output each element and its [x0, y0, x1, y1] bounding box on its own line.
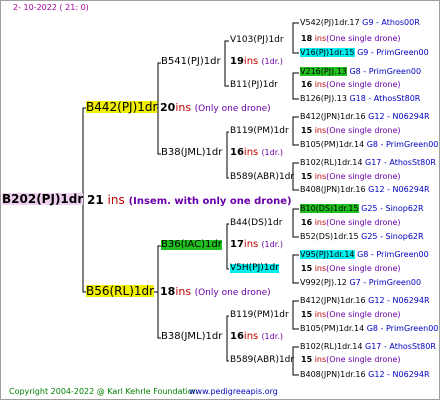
- report-date: 2- 10-2022 ( 21: 0): [13, 3, 89, 12]
- gen2-ins-1: ins: [175, 101, 192, 114]
- gen2-queen-1[interactable]: B442(PJ)1dr: [86, 101, 158, 113]
- gen2-note-1: (Only one drone): [194, 104, 271, 114]
- gen1-queen[interactable]: B202(PJ)1dr: [2, 193, 84, 205]
- gen4-insem-4: 15 ins(One single drone): [301, 172, 401, 181]
- gen5-queen-13[interactable]: B412(JPN)1dr.16 G12 - N06294R: [300, 297, 430, 305]
- gen4-queen-1[interactable]: V103(PJ)1dr: [230, 36, 284, 45]
- gen2-insem-2: 18ins (Only one drone): [160, 286, 271, 298]
- gen5-queen-5[interactable]: B412(JPN)1dr.16 G12 - N06294R: [300, 113, 430, 121]
- gen4-queen-7[interactable]: B119(PM)1dr: [230, 311, 289, 320]
- gen5-queen-15[interactable]: B102(RL)1dr.14 G17 - AthosSt80R: [300, 343, 436, 351]
- gen5-queen-11[interactable]: V95(PJ)1dr.14 G8 - PrimGreen00: [300, 250, 429, 259]
- copyright: Copyright 2004-2022 @ Karl Kehrle Founda…: [9, 387, 198, 396]
- gen5-queen-10[interactable]: B52(DS)1dr.15 G25 - Sinop62R: [300, 233, 424, 241]
- gen3-insem-3: 17ins (1dr.): [230, 239, 283, 250]
- gen2-count-2: 18: [160, 285, 176, 298]
- gen2-count-1: 20: [160, 101, 176, 114]
- gen4-insem-3: 15 ins(One single drone): [301, 126, 401, 135]
- gen5-queen-3[interactable]: V216(PJ).13 G8 - PrimGreen00: [300, 67, 421, 76]
- gen5-queen-12[interactable]: V992(PJ).12 G7 - PrimGreen00: [300, 279, 421, 287]
- gen4-insem-2: 16 ins(One single drone): [301, 80, 401, 89]
- gen4-insem-5: 16 ins(One single drone): [301, 218, 401, 227]
- gen5-queen-2[interactable]: V16(PJ)1dr.15 G9 - PrimGreen00: [300, 48, 429, 57]
- gen1-insem: 21 ins (Insem. with only one drone): [87, 194, 292, 207]
- gen1-count: 21: [87, 193, 104, 207]
- gen4-queen-5[interactable]: B44(DS)1dr: [230, 219, 282, 228]
- gen5-queen-9[interactable]: B10(DS)1dr.15 G25 - Sinop62R: [300, 204, 424, 213]
- gen4-queen-8[interactable]: B589(ABR)1dr: [230, 356, 294, 365]
- gen5-queen-4[interactable]: B126(PJ).13 G18 - AthosSt80R: [300, 95, 420, 103]
- gen2-queen-2[interactable]: B56(RL)1dr: [86, 285, 155, 297]
- gen2-ins-2: ins: [175, 285, 192, 298]
- gen5-queen-7[interactable]: B102(RL)1dr.14 G17 - AthosSt80R: [300, 159, 436, 167]
- gen4-queen-4[interactable]: B589(ABR)1dr: [230, 173, 294, 182]
- gen3-queen-4[interactable]: B38(JML)1dr: [161, 332, 222, 342]
- gen1-ins: ins: [107, 193, 125, 207]
- site-link[interactable]: www.pedigreeapis.org: [189, 388, 278, 396]
- gen4-insem-6: 15 ins(One single drone): [301, 264, 401, 273]
- gen5-queen-14[interactable]: B105(PM)1dr.14 G8 - PrimGreen00: [300, 325, 438, 333]
- gen4-insem-1: 18 ins(One single drone): [301, 34, 401, 43]
- gen2-note-2: (Only one drone): [194, 288, 271, 298]
- gen5-queen-8[interactable]: B408(JPN)1dr.16 G12 - N06294R: [300, 186, 430, 194]
- gen4-queen-2[interactable]: B11(PJ)1dr: [230, 81, 278, 90]
- gen4-insem-7b: 15 ins(One single drone): [301, 355, 401, 364]
- pedigree-page: 2- 10-2022 ( 21: 0) B202(PJ)1dr 21 ins (…: [0, 0, 440, 400]
- gen3-queen-2[interactable]: B38(JML)1dr: [161, 148, 222, 158]
- gen4-insem-7: 15 ins(One single drone): [301, 310, 401, 319]
- gen4-queen-6[interactable]: V5H(PJ)1dr: [230, 264, 279, 273]
- gen5-queen-6[interactable]: B105(PM)1dr.14 G8 - PrimGreen00: [300, 141, 438, 149]
- gen2-insem-1: 20ins (Only one drone): [160, 102, 271, 114]
- gen3-insem-4: 16ins (1dr.): [230, 331, 283, 342]
- gen3-queen-3[interactable]: B36(IAC)1dr: [161, 240, 222, 250]
- gen4-queen-3[interactable]: B119(PM)1dr: [230, 127, 289, 136]
- gen3-queen-1[interactable]: B541(PJ)1dr: [161, 57, 221, 67]
- gen3-insem-2: 16ins (1dr.): [230, 147, 283, 158]
- gen5-queen-1[interactable]: V542(PJ)1dr.17 G9 - Athos00R: [300, 19, 420, 27]
- gen3-insem-1: 19ins (1dr.): [230, 56, 283, 67]
- gen5-queen-16[interactable]: B408(JPN)1dr.16 G12 - N06294R: [300, 371, 430, 379]
- gen1-note: (Insem. with only one drone): [128, 196, 292, 207]
